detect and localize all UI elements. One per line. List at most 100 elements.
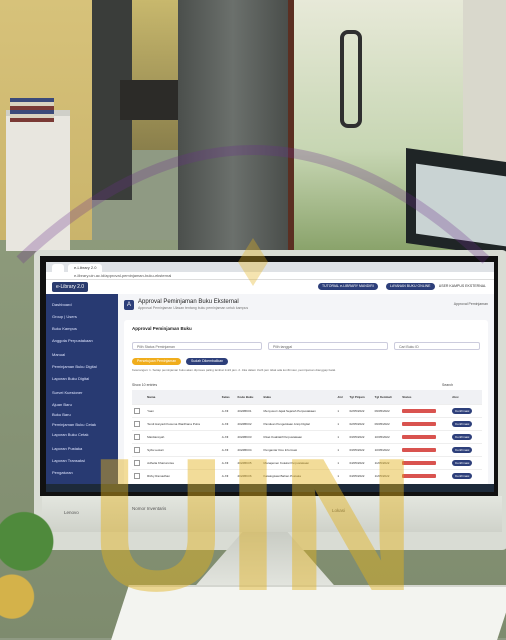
confirm-button[interactable]: Konfirmasi — [452, 421, 473, 427]
table-cell: 2022BK01 — [235, 404, 262, 418]
brand-logo: Lenovo — [64, 510, 79, 515]
confirm-button[interactable]: Konfirmasi — [452, 460, 473, 466]
address-bar[interactable]: e-library.uin.ac.id/approval-peminjaman-… — [46, 272, 494, 280]
table-cell: 2022BK06 — [235, 469, 262, 482]
col-header[interactable]: Jml — [335, 390, 348, 405]
tutorial-button[interactable]: TUTORIAL e-LIBRARY MANDIRI — [318, 283, 378, 290]
status-cell — [400, 469, 451, 482]
sidebar-item-manual[interactable]: Manual — [52, 352, 65, 357]
sidebar-item-laporan-transaksi[interactable]: Laporan Transaksi — [52, 458, 85, 463]
potted-plant — [0, 500, 60, 638]
table-cell: 04/05/2022 — [347, 469, 373, 482]
col-header[interactable]: Kelas — [219, 390, 236, 405]
col-header[interactable]: Kode Buku — [235, 390, 262, 405]
sidebar-item-pengaturan[interactable]: Pengaturan — [52, 470, 73, 475]
returned-filter-button[interactable]: Sudah Dikembalikan — [186, 358, 229, 365]
col-header[interactable]: Tgl Pinjam — [347, 390, 373, 405]
row-checkbox-cell — [132, 443, 146, 457]
table-cell: 1 — [335, 404, 348, 418]
sidebar-item-laporan-pustaka[interactable]: Laporan Pustaka — [52, 446, 82, 451]
action-cell: Konfirmasi — [450, 443, 482, 457]
col-header[interactable]: Tgl Kembali — [372, 390, 401, 405]
status-filter-select[interactable]: Pilih Status Peminjaman — [132, 342, 262, 350]
table-cell: Katalogisasi Bahan Pustaka — [261, 469, 336, 482]
col-header[interactable]: Nama — [145, 390, 220, 405]
status-badge — [402, 460, 437, 465]
app-topbar: e-Library 2.0 TUTORIAL e-LIBRARY MANDIRI… — [46, 280, 494, 295]
sidebar-item-laporan-cetak[interactable]: Laporan Buku Cetak — [52, 432, 88, 437]
table-cell: 09/05/2022 — [372, 417, 401, 431]
breadcrumb[interactable]: Approval Peminjaman — [454, 302, 488, 306]
row-checkbox[interactable] — [134, 433, 140, 440]
monitor-screen: e-Library 2.0 e-library.uin.ac.id/approv… — [46, 262, 494, 492]
sidebar-item-survei[interactable]: Survei Kuesioner — [52, 390, 82, 395]
confirm-button[interactable]: Konfirmasi — [452, 408, 473, 414]
browser-tab[interactable] — [52, 264, 64, 272]
table-cell: 2022BK04 — [235, 443, 262, 457]
col-header[interactable]: Status — [400, 390, 451, 405]
sidebar-item-group-users[interactable]: Group | Users — [52, 314, 77, 319]
sidebar-item-anggota[interactable]: Anggota Perpustakaan — [52, 338, 93, 343]
row-checkbox[interactable] — [134, 472, 140, 479]
book-stack — [10, 98, 54, 122]
table-cell: 04/05/2022 — [347, 456, 373, 470]
monitor-chin: Lenovo Nomor Inventaris Lokasi — [42, 496, 502, 532]
table-cell: Yoan — [145, 404, 220, 418]
action-cell: Konfirmasi — [450, 417, 482, 431]
confirm-button[interactable]: Konfirmasi — [452, 473, 473, 479]
page-subtitle: Approval Peminjaman Ulasan tentang buku … — [138, 306, 249, 310]
browser-tab[interactable]: e-Library 2.0 — [68, 264, 103, 272]
table-cell: 2022BK03 — [235, 430, 262, 444]
location-sticker: Lokasi — [332, 508, 346, 513]
sidebar-item-peminjaman-cetak[interactable]: Peminjaman Buku Cetak — [52, 422, 96, 427]
table-search-label[interactable]: Search — [442, 383, 453, 387]
row-checkbox[interactable] — [134, 420, 140, 427]
col-header[interactable]: Buku — [261, 390, 336, 405]
table-cell: Panduan Pengelolaan Arsip Digital — [261, 417, 336, 431]
sidebar-item-peminjaman-digital[interactable]: Peminjaman Buku Digital — [52, 364, 97, 369]
sidebar-item-buku-kampus[interactable]: Buku Kampus — [52, 326, 77, 331]
row-checkbox-cell — [132, 404, 146, 418]
confirm-button[interactable]: Konfirmasi — [452, 434, 473, 440]
second-monitor-screen — [416, 163, 506, 247]
table-cell: 03/05/2022 — [347, 443, 373, 457]
browser-tab-bar: e-Library 2.0 — [46, 262, 494, 272]
table-cell: 11/05/2022 — [372, 456, 401, 470]
sidebar-item-dashboard[interactable]: Dashboard — [52, 302, 72, 307]
table-cell: Riset Kualitatif Perpustakaan — [261, 430, 336, 444]
sidebar-item-buku-baru[interactable]: Buku Baru — [52, 412, 71, 417]
card-title: Approval Peminjaman Buku — [132, 326, 192, 331]
date-filter-input[interactable]: Pilih tanggal — [268, 342, 388, 350]
sidebar-item-laporan-digital[interactable]: Laporan Buku Digital — [52, 376, 89, 381]
app-logo[interactable]: e-Library 2.0 — [52, 282, 89, 292]
status-cell — [400, 443, 451, 457]
table-body: Yoan A-XII 2022BK01 Menyusuri Jejak Sejarah… — [132, 404, 482, 482]
table-cell: A-XII — [219, 430, 236, 444]
row-checkbox[interactable] — [134, 459, 140, 466]
row-checkbox[interactable] — [134, 407, 140, 414]
entries-select[interactable]: Show 10 entries — [132, 383, 157, 387]
approval-table: Nama Kelas Kode Buku Buku Jml Tgl Pinjam… — [132, 390, 482, 482]
col-header: Aksi — [450, 390, 482, 405]
table-cell: 1 — [335, 469, 348, 482]
sidebar-item-ajuan-baru[interactable]: Ajuan Baru — [52, 402, 72, 407]
table-cell: 10/05/2022 — [372, 430, 401, 444]
confirm-button[interactable]: Konfirmasi — [452, 447, 473, 453]
status-cell — [400, 430, 451, 444]
online-service-button[interactable]: LAYANAN BUKU ONLINE — [386, 283, 435, 290]
row-checkbox[interactable] — [134, 446, 140, 453]
os-taskbar — [46, 484, 494, 492]
action-cell: Konfirmasi — [450, 469, 482, 482]
table-cell: 1 — [335, 430, 348, 444]
user-menu[interactable]: USER KAMPUS EKSTERNAL — [439, 283, 486, 290]
table-cell: A-XII — [219, 417, 236, 431]
keyboard — [111, 585, 506, 640]
approval-card: Approval Peminjaman Buku Pilih Status Pe… — [124, 320, 488, 486]
search-book-input[interactable]: Cari Buku ID — [394, 342, 480, 350]
table-cell: A-XII — [219, 443, 236, 457]
side-desk — [6, 110, 70, 251]
action-cell: Konfirmasi — [450, 456, 482, 470]
approval-filter-button[interactable]: Persetujuan Peminjaman — [132, 358, 182, 365]
table-cell: Syifa Lestari — [145, 443, 220, 457]
status-cell — [400, 417, 451, 431]
